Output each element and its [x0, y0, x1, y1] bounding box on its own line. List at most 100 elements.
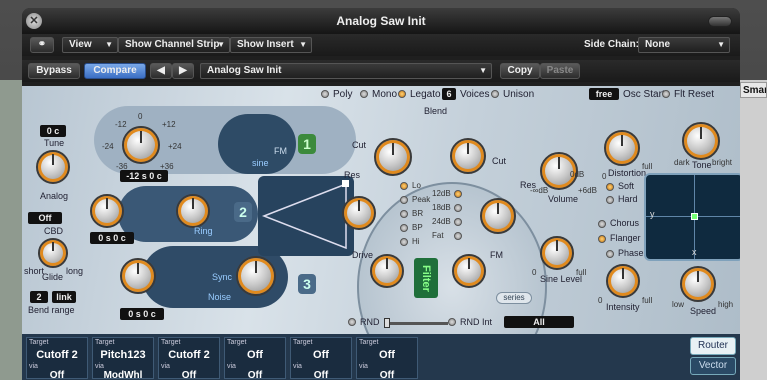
filter1-res-knob[interactable]	[342, 196, 376, 230]
rnd-int-led[interactable]	[448, 318, 456, 326]
paste-button[interactable]: Paste	[540, 63, 580, 79]
bend-link-value[interactable]: link	[52, 291, 76, 303]
mod-slot-target-value[interactable]: Off	[227, 349, 283, 361]
mod-slot-via-value[interactable]: Off	[161, 370, 217, 380]
osc3-wave-knob[interactable]	[236, 256, 276, 296]
poly-led[interactable]	[321, 90, 329, 98]
sine-level-knob[interactable]	[540, 236, 574, 270]
filter1-hi-led[interactable]	[400, 238, 408, 246]
osc3-number-button[interactable]: 3	[298, 274, 316, 294]
filter1-peak-led[interactable]	[400, 196, 408, 204]
osc1-pitch-knob[interactable]	[122, 126, 160, 164]
cbd-value[interactable]: Off	[28, 212, 62, 224]
filter-fm-knob[interactable]	[452, 254, 486, 288]
vector-tab[interactable]: Vector	[690, 357, 736, 375]
speed-knob[interactable]	[680, 266, 716, 302]
next-preset-icon[interactable]: ▶	[172, 63, 194, 79]
flanger-led[interactable]	[598, 235, 606, 243]
vector-xy-pad[interactable]: y x	[644, 173, 740, 261]
window-zoom-button[interactable]	[708, 16, 732, 27]
rnd-destination-select[interactable]: All	[504, 316, 574, 328]
xy-cursor[interactable]	[691, 213, 698, 220]
osc3-noise-label: Noise	[208, 292, 232, 302]
osc2-number-button[interactable]: 2	[234, 202, 252, 222]
analog-knob[interactable]	[36, 150, 70, 184]
intensity-knob[interactable]	[606, 264, 640, 298]
filter2-cut-knob[interactable]	[480, 198, 516, 234]
mod-slot[interactable]: Target Off via Off	[290, 337, 352, 380]
mod-slot[interactable]: Target Pitch123 via ModWhl	[92, 337, 154, 380]
show-channel-strip-menu[interactable]: Show Channel Strip ▼	[118, 37, 230, 53]
filter2-18db-led[interactable]	[454, 204, 462, 212]
tune-value[interactable]: 0 c	[40, 125, 66, 137]
tone-knob[interactable]	[682, 122, 720, 160]
osc-start-value[interactable]: free	[589, 88, 619, 100]
preset-select[interactable]: Analog Saw Init ▼	[200, 63, 492, 79]
hard-led[interactable]	[606, 196, 614, 204]
glide-knob[interactable]	[38, 238, 68, 268]
soft-led[interactable]	[606, 183, 614, 191]
filter2-12db-led[interactable]	[454, 190, 462, 198]
mod-slot-via-value[interactable]: Off	[227, 370, 283, 380]
osc2-wave-knob[interactable]	[176, 194, 210, 228]
filter-series-button[interactable]: series	[496, 292, 532, 304]
osc-mix-triangle[interactable]	[258, 176, 354, 256]
filter-drive-knob[interactable]	[370, 254, 404, 288]
router-tab[interactable]: Router	[690, 337, 736, 355]
bend-range-value[interactable]: 2	[30, 291, 48, 303]
mod-slot[interactable]: Target Cutoff 2 via Off	[158, 337, 220, 380]
filter1-br-led[interactable]	[400, 210, 408, 218]
mod-slot-target-value[interactable]: Off	[359, 349, 415, 361]
mod-slot-target-value[interactable]: Pitch123	[95, 349, 151, 361]
show-insert-menu[interactable]: Show Insert ▼	[230, 37, 312, 53]
flt-reset-led[interactable]	[662, 90, 670, 98]
filter1-cut-knob[interactable]	[374, 138, 412, 176]
rnd-int-slider[interactable]	[386, 322, 448, 325]
mod-slot-via-value[interactable]: ModWhl	[95, 370, 151, 380]
mod-slot[interactable]: Target Off via Off	[356, 337, 418, 380]
filter1-lo-label: Lo	[412, 181, 421, 190]
distortion-knob[interactable]	[604, 130, 640, 166]
filter2-24db-led[interactable]	[454, 218, 462, 226]
osc2-tuning-value[interactable]: 0 s 0 c	[90, 232, 134, 244]
mod-slot-target-value[interactable]: Cutoff 2	[29, 349, 85, 361]
filter2-fat-led[interactable]	[454, 232, 462, 240]
daw-right-tab[interactable]: Smar	[740, 82, 767, 98]
osc1-tuning-value[interactable]: -12 s 0 c	[120, 170, 168, 182]
phaser-led[interactable]	[606, 250, 614, 258]
osc3-pitch-knob[interactable]	[120, 258, 156, 294]
copy-button[interactable]: Copy	[500, 63, 540, 79]
filter2-cut-label: Cut	[492, 156, 507, 166]
mod-slot-via-value[interactable]: Off	[293, 370, 349, 380]
osc2-pitch-knob[interactable]	[90, 194, 124, 228]
unison-led[interactable]	[491, 90, 499, 98]
compare-button[interactable]: Compare	[84, 63, 146, 79]
rnd-led[interactable]	[348, 318, 356, 326]
rnd-int-slider-handle[interactable]	[384, 318, 390, 328]
triangle-graphic	[261, 180, 349, 250]
previous-preset-icon[interactable]: ◀	[150, 63, 172, 79]
filter2-24db-label: 24dB	[432, 217, 451, 226]
chorus-led[interactable]	[598, 220, 606, 228]
filter1-bp-led[interactable]	[400, 224, 408, 232]
link-icon[interactable]: ⚭	[30, 37, 54, 53]
mod-slot-via-value[interactable]: Off	[29, 370, 85, 380]
voices-value[interactable]: 6	[442, 88, 456, 100]
mod-slot[interactable]: Target Off via Off	[224, 337, 286, 380]
bypass-button[interactable]: Bypass	[28, 63, 80, 79]
mono-led[interactable]	[360, 90, 368, 98]
filter2-res-knob[interactable]	[450, 138, 486, 174]
side-chain-select[interactable]: None ▼	[638, 37, 730, 53]
filter-on-button[interactable]: Filter	[414, 258, 438, 298]
view-menu[interactable]: View ▼	[62, 37, 118, 53]
mod-slot-target-value[interactable]: Off	[293, 349, 349, 361]
mod-slot[interactable]: Target Cutoff 2 via Off	[26, 337, 88, 380]
close-icon[interactable]: ✕	[26, 13, 42, 29]
legato-led[interactable]	[398, 90, 406, 98]
filter1-lo-led[interactable]	[400, 182, 408, 190]
tone-label: Tone	[692, 160, 712, 170]
mod-slot-target-value[interactable]: Cutoff 2	[161, 349, 217, 361]
mod-slot-via-value[interactable]: Off	[359, 370, 415, 380]
osc3-tuning-value[interactable]: 0 s 0 c	[120, 308, 164, 320]
osc1-number-button[interactable]: 1	[298, 134, 316, 154]
